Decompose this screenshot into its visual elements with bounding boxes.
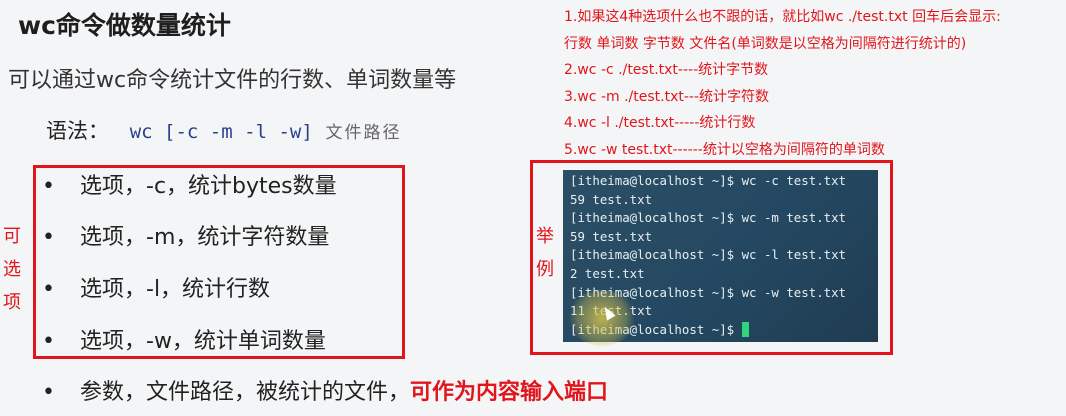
syntax-opt-w: -w <box>278 121 302 143</box>
terminal-line: 59 test.txt <box>570 228 653 244</box>
annotation-notes: 1.如果这4种选项什么也不跟的话，就比如wc ./test.txt 回车后会显示… <box>564 4 1064 163</box>
bullet-dot: • <box>42 329 55 354</box>
syntax-cmd: wc [ <box>129 121 176 143</box>
option-text: 选项，-w，统计单词数量 <box>80 329 326 354</box>
note-line: 1.如果这4种选项什么也不跟的话，就比如wc ./test.txt 回车后会显示… <box>564 9 1001 25</box>
bullet-dot: • <box>42 225 55 250</box>
note-line: 2.wc -c ./test.txt----统计字节数 <box>564 62 769 78</box>
terminal-cursor <box>741 321 749 337</box>
bullet-dot: • <box>42 380 55 405</box>
note-line: 行数 单词数 字节数 文件名(单词数是以空格为间隔符进行统计的) <box>564 35 967 52</box>
syntax-code: wc [-c -m -l -w] <box>130 121 313 143</box>
option-text: 选项，-c，统计bytes数量 <box>80 174 337 199</box>
bullet-dot: • <box>42 277 55 302</box>
terminal-line: [itheima@localhost ~]$ wc -w test.txt <box>570 284 847 300</box>
terminal-line: 59 test.txt <box>570 191 653 207</box>
side-label-char: 选 <box>3 259 21 280</box>
terminal-line: [itheima@localhost ~]$ wc -c test.txt <box>570 173 847 188</box>
option-text: 选项，-l，统计行数 <box>80 277 271 302</box>
slide-subtitle: 可以通过wc命令统计文件的行数、单词数量等 <box>8 68 457 93</box>
side-label-char: 可 <box>3 226 21 247</box>
syntax-opt-m: -m <box>209 121 233 143</box>
option-item-m: • 选项，-m，统计字符数量 <box>42 219 329 251</box>
terminal-line: [itheima@localhost ~]$ wc -m test.txt <box>570 210 847 226</box>
param-text: 参数，文件路径，被统计的文件， <box>80 380 411 405</box>
param-item: • 参数，文件路径，被统计的文件，可作为内容输入端口 <box>42 374 608 406</box>
terminal-line: 2 test.txt <box>570 265 645 281</box>
syntax-opt-c: -c <box>175 121 199 143</box>
terminal-prompt: [itheima@localhost ~]$ <box>570 321 742 337</box>
terminal-line: [itheima@localhost ~]$ wc -l test.txt <box>570 247 847 263</box>
side-label-char: 项 <box>3 292 21 313</box>
note-line: 4.wc -l ./test.txt-----统计行数 <box>564 115 756 131</box>
slide-title: wc命令做数量统计 <box>18 11 231 40</box>
bullet-dot: • <box>42 174 55 199</box>
option-item-l: • 选项，-l，统计行数 <box>42 271 270 303</box>
option-item-w: • 选项，-w，统计单词数量 <box>42 323 326 355</box>
terminal-prompt-line: [itheima@localhost ~]$ <box>570 321 878 340</box>
note-line: 3.wc -m ./test.txt---统计字符数 <box>564 88 770 105</box>
option-item-c: • 选项，-c，统计bytes数量 <box>42 168 337 200</box>
syntax-path: 文件路径 <box>325 123 402 143</box>
syntax-opt-l: -l <box>244 121 268 143</box>
param-highlight: 可作为内容输入端口 <box>410 380 609 405</box>
syntax-line: 语法： wc [-c -m -l -w] 文件路径 <box>46 115 402 145</box>
option-text: 选项，-m，统计字符数量 <box>80 225 330 250</box>
syntax-label: 语法： <box>46 119 109 143</box>
terminal-line: 11 test.txt <box>570 303 653 319</box>
side-label-options: 可 选 项 <box>1 220 23 319</box>
syntax-end: ] <box>301 121 313 143</box>
